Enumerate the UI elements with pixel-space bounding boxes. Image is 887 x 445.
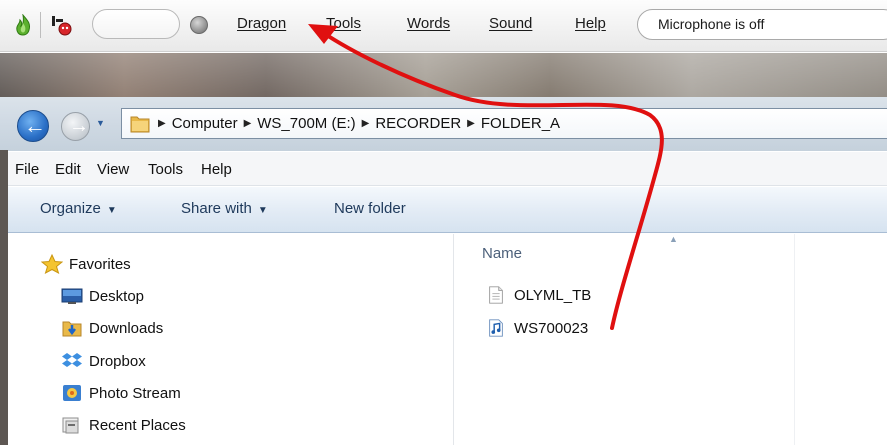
- nav-item-dropbox[interactable]: Dropbox: [61, 351, 146, 371]
- volume-meter: [92, 9, 180, 39]
- text-file-icon: [489, 286, 503, 304]
- dragon-flame-icon[interactable]: [14, 14, 32, 36]
- breadcrumb-arrow-icon[interactable]: ▶: [467, 115, 475, 133]
- file-row[interactable]: OLYML_TB: [486, 285, 591, 305]
- microphone-status-box: Microphone is off: [637, 9, 887, 40]
- arrow-left-icon: ←: [24, 113, 46, 138]
- organize-button[interactable]: Organize ▼: [40, 200, 117, 217]
- file-name: WS700023: [514, 319, 589, 337]
- column-header-name[interactable]: Name: [482, 245, 522, 262]
- nav-favorites-label: Favorites: [69, 255, 131, 273]
- file-name: OLYML_TB: [514, 286, 592, 304]
- breadcrumb-arrow-icon[interactable]: ▶: [158, 115, 166, 133]
- breadcrumb-recorder[interactable]: RECORDER: [375, 115, 461, 133]
- nav-favorites[interactable]: Favorites: [41, 254, 131, 274]
- folder-icon: [130, 116, 150, 133]
- breadcrumb-computer[interactable]: Computer: [172, 115, 238, 133]
- menu-words[interactable]: Words: [407, 15, 450, 32]
- nav-item-label: Recent Places: [89, 416, 186, 434]
- dragon-toolbar: Dragon Tools Words Sound Help Microphone…: [0, 0, 887, 52]
- organize-label: Organize: [40, 200, 101, 217]
- breadcrumb-arrow-icon[interactable]: ▶: [362, 115, 370, 133]
- dropbox-icon: [62, 353, 82, 367]
- toolbar-separator: [40, 12, 41, 38]
- file-list: ▲ Name OLYML_TB WS700023: [454, 234, 887, 445]
- share-with-label: Share with: [181, 200, 252, 217]
- desktop-icon: [61, 288, 83, 304]
- downloads-folder-icon: [62, 321, 82, 337]
- chevron-down-icon: ▼: [106, 205, 117, 216]
- forward-button[interactable]: →: [61, 112, 90, 141]
- menu-sound[interactable]: Sound: [489, 15, 532, 32]
- menu-help[interactable]: Help: [575, 15, 606, 32]
- nav-item-photo-stream[interactable]: Photo Stream: [61, 383, 181, 403]
- microphone-button[interactable]: [190, 16, 208, 34]
- nav-item-downloads[interactable]: Downloads: [61, 318, 163, 338]
- menu-view[interactable]: View: [97, 161, 129, 178]
- address-bar[interactable]: ▶ Computer ▶ WS_700M (E:) ▶ RECORDER ▶ F…: [121, 108, 887, 139]
- star-icon: [41, 254, 63, 274]
- photo-stream-icon: [63, 385, 81, 401]
- nav-item-desktop[interactable]: Desktop: [61, 286, 144, 306]
- menu-file[interactable]: File: [15, 161, 39, 178]
- share-with-button[interactable]: Share with ▼: [181, 200, 268, 217]
- back-button[interactable]: ←: [17, 110, 49, 142]
- menu-edit[interactable]: Edit: [55, 161, 81, 178]
- breadcrumb: ▶ Computer ▶ WS_700M (E:) ▶ RECORDER ▶ F…: [158, 115, 560, 133]
- window-frame: [0, 150, 8, 445]
- nav-item-label: Dropbox: [89, 352, 146, 370]
- menu-tools-explorer[interactable]: Tools: [148, 161, 183, 178]
- sort-ascending-icon: ▲: [669, 234, 678, 244]
- nav-item-label: Photo Stream: [89, 384, 181, 402]
- microphone-off-icon[interactable]: [50, 13, 74, 37]
- audio-file-icon: [489, 319, 503, 337]
- menu-help-explorer[interactable]: Help: [201, 161, 232, 178]
- explorer-menu-bar: File Edit View Tools Help: [8, 152, 887, 186]
- breadcrumb-drive[interactable]: WS_700M (E:): [257, 115, 355, 133]
- breadcrumb-folder-a[interactable]: FOLDER_A: [481, 115, 560, 133]
- nav-item-recent-places[interactable]: Recent Places: [61, 415, 186, 435]
- nav-item-label: Desktop: [89, 287, 145, 305]
- recent-pages-chevron-icon[interactable]: ▼: [96, 118, 105, 128]
- menu-tools[interactable]: Tools: [326, 15, 361, 32]
- breadcrumb-arrow-icon[interactable]: ▶: [244, 115, 252, 133]
- column-separator[interactable]: [794, 234, 795, 445]
- navigation-pane: Favorites Desktop Downloads Dropbox Phot…: [8, 234, 453, 445]
- nav-item-label: Downloads: [89, 319, 164, 337]
- command-bar: Organize ▼ Share with ▼ New folder: [8, 187, 887, 233]
- window-title-glass: [0, 53, 887, 97]
- chevron-down-icon: ▼: [257, 205, 268, 216]
- menu-dragon[interactable]: Dragon: [237, 15, 286, 32]
- file-row[interactable]: WS700023: [486, 318, 588, 338]
- new-folder-button[interactable]: New folder: [334, 200, 406, 217]
- arrow-right-icon: →: [69, 115, 89, 137]
- recent-places-icon: [62, 417, 79, 434]
